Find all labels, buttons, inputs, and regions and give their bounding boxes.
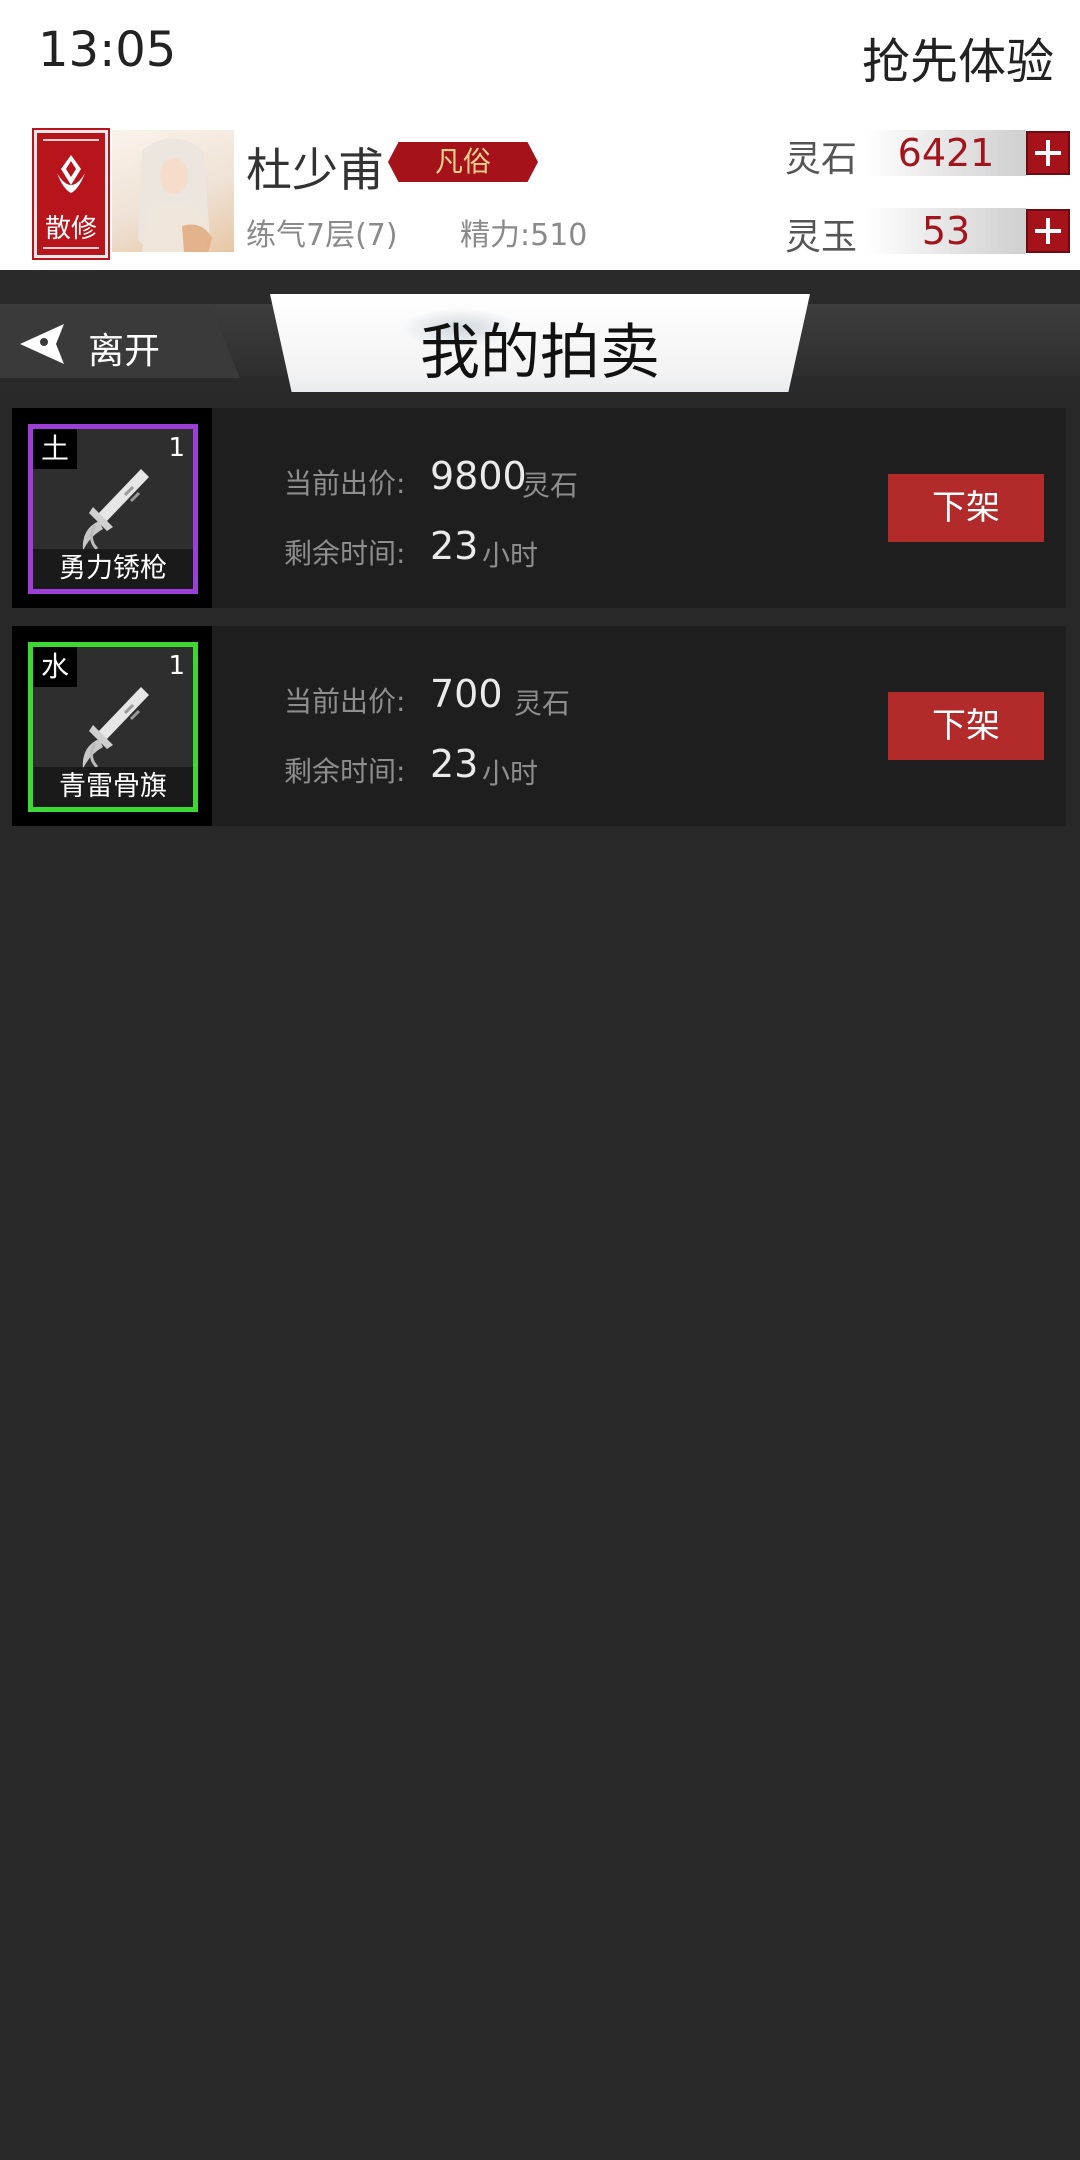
bid-currency: 灵石 bbox=[514, 687, 571, 720]
item-slot[interactable]: 土 1 勇力锈枪 bbox=[12, 408, 212, 608]
spirit-stone-label: 灵石 bbox=[785, 139, 858, 180]
item-quantity: 1 bbox=[168, 433, 185, 463]
player-name: 杜少甫 bbox=[246, 143, 384, 197]
current-bid-label: 当前出价: bbox=[284, 685, 406, 718]
title-bar: 离开 我的拍卖 bbox=[0, 270, 1080, 392]
rank-badge: 凡俗 bbox=[388, 142, 538, 182]
sect-label: 散修 bbox=[44, 214, 97, 244]
element-tag: 土 bbox=[33, 429, 77, 469]
character-portrait-icon bbox=[138, 138, 212, 252]
spirit-stone-value: 6421 bbox=[866, 130, 1026, 176]
item-name: 青雷骨旗 bbox=[33, 767, 193, 807]
item-name: 勇力锈枪 bbox=[33, 549, 193, 589]
lotus-emblem-icon bbox=[57, 155, 85, 193]
current-bid-label: 当前出价: bbox=[284, 467, 406, 500]
energy-value: 精力:510 bbox=[460, 218, 588, 253]
avatar[interactable] bbox=[112, 130, 234, 252]
item-quantity: 1 bbox=[168, 651, 185, 681]
spirit-jade-label: 灵玉 bbox=[785, 217, 858, 258]
element-tag: 水 bbox=[33, 647, 77, 687]
add-spirit-stone-button[interactable] bbox=[1026, 131, 1070, 175]
sect-badge[interactable]: 散修 bbox=[34, 130, 108, 258]
flag-weapon-icon bbox=[82, 687, 149, 769]
time-left-value: 23 bbox=[430, 742, 479, 786]
item-frame: 土 1 勇力锈枪 bbox=[28, 424, 198, 594]
time-left-value: 23 bbox=[430, 524, 479, 568]
item-slot[interactable]: 水 1 青雷骨旗 bbox=[12, 626, 212, 826]
auction-listing: 水 1 青雷骨旗 当前出价: 700 灵石 剩余时间: 23 小时 下架 bbox=[12, 626, 1066, 826]
status-time: 13:05 bbox=[38, 22, 177, 78]
delist-button[interactable]: 下架 bbox=[888, 474, 1044, 542]
spirit-jade-value: 53 bbox=[866, 208, 1026, 254]
delist-button[interactable]: 下架 bbox=[888, 692, 1044, 760]
leave-label[interactable]: 离开 bbox=[88, 322, 160, 374]
time-left-label: 剩余时间: bbox=[284, 755, 406, 788]
add-spirit-jade-button[interactable] bbox=[1026, 209, 1070, 253]
back-arrow-icon[interactable] bbox=[18, 322, 66, 366]
top-header: 13:05 抢先体验 散修 杜少甫 凡俗 练气7层(7) 精力:510 灵石 6… bbox=[0, 0, 1080, 270]
current-bid-value: 9800 bbox=[430, 454, 527, 498]
spear-icon bbox=[82, 469, 149, 551]
page-title: 我的拍卖 bbox=[420, 318, 660, 388]
bid-currency: 灵石 bbox=[522, 469, 579, 502]
realm-level: 练气7层(7) bbox=[246, 218, 398, 253]
time-unit: 小时 bbox=[482, 757, 539, 790]
item-frame: 水 1 青雷骨旗 bbox=[28, 642, 198, 812]
current-bid-value: 700 bbox=[430, 672, 503, 716]
auction-listing: 土 1 勇力锈枪 当前出价: 9800 灵石 剩余时间: 23 小时 下架 bbox=[12, 408, 1066, 608]
time-unit: 小时 bbox=[482, 539, 539, 572]
time-left-label: 剩余时间: bbox=[284, 537, 406, 570]
early-access-label[interactable]: 抢先体验 bbox=[862, 22, 1054, 92]
